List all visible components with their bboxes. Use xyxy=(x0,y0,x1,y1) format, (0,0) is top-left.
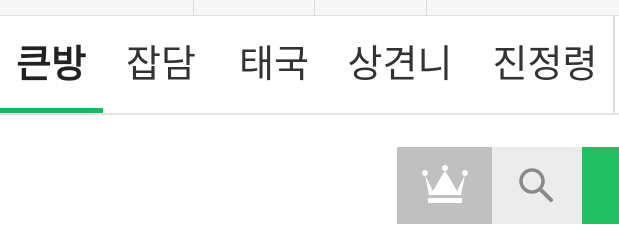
top-strip xyxy=(0,0,619,16)
tab-label: 진정령 xyxy=(492,42,598,86)
channel-tab-bar: 큰방 잡담 태국 상견니 진정령 xyxy=(0,16,619,115)
tab-chat[interactable]: 잡담 xyxy=(118,16,204,113)
active-tab-indicator xyxy=(0,108,103,113)
action-button[interactable] xyxy=(582,147,619,224)
top-strip-divider xyxy=(193,0,194,15)
tab-label: 태국 xyxy=(239,42,309,86)
tab-sanggyeonni[interactable]: 상견니 xyxy=(344,16,456,113)
tab-jinjeongryeong[interactable]: 진정령 xyxy=(489,16,601,113)
action-toolbar xyxy=(397,147,619,224)
tab-label: 큰방 xyxy=(16,42,87,86)
top-strip-divider xyxy=(314,0,315,15)
tab-label: 잡담 xyxy=(126,42,196,86)
tab-label: 상견니 xyxy=(347,42,453,86)
tab-bar-edge xyxy=(613,16,615,113)
top-strip-divider xyxy=(426,0,427,15)
tab-big-room[interactable]: 큰방 xyxy=(0,16,103,113)
tab-thailand[interactable]: 태국 xyxy=(231,16,317,113)
ranking-button[interactable] xyxy=(397,147,492,224)
search-button[interactable] xyxy=(492,147,582,224)
